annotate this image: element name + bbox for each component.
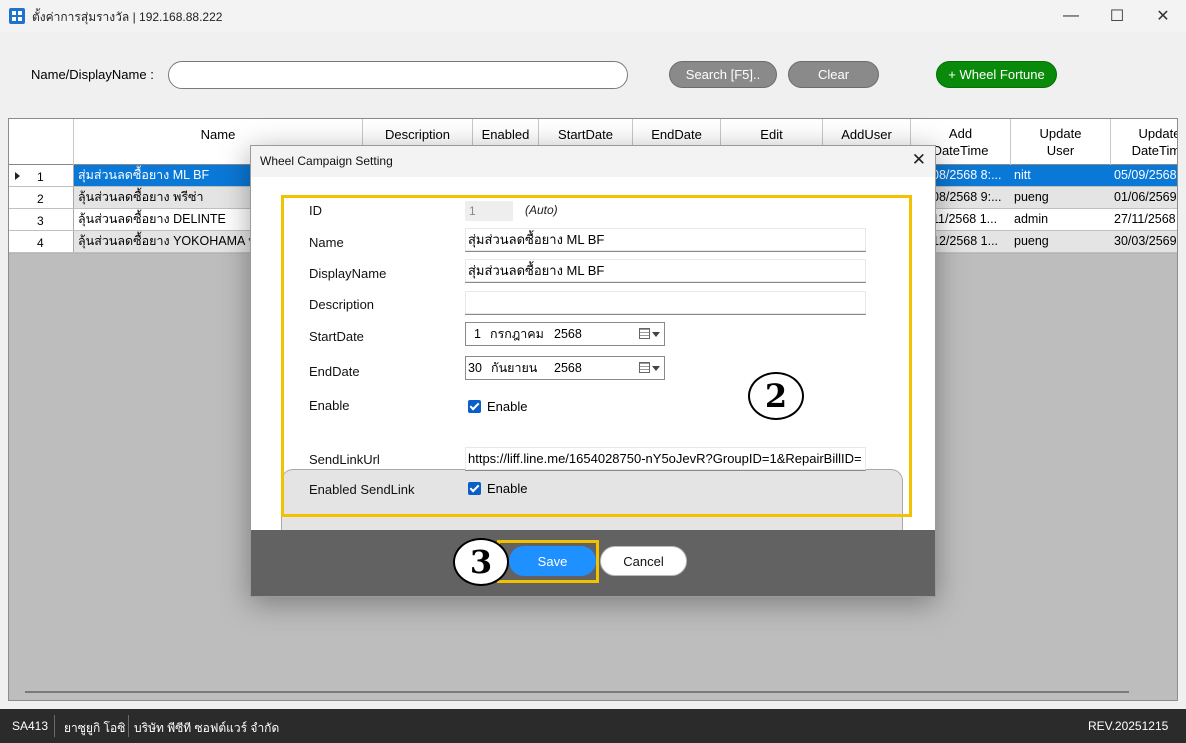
cell-update-datetime[interactable]: 27/11/2568 <box>1111 209 1177 230</box>
row-number: 2 <box>37 192 44 206</box>
header-update-datetime-line2: DateTime <box>1131 143 1177 158</box>
row-header[interactable]: 3 <box>9 209 74 230</box>
row-header[interactable]: 4 <box>9 231 74 252</box>
status-user: ยาซูยูกิ โอซิ <box>64 721 126 735</box>
status-code: SA413 <box>12 719 49 733</box>
status-separator <box>128 715 129 737</box>
cell-update-user[interactable]: nitt <box>1011 165 1111 186</box>
dialog-title: Wheel Campaign Setting <box>260 154 393 168</box>
wheel-campaign-dialog: Wheel Campaign Setting ✕ ID 1 (Auto) Nam… <box>250 145 936 597</box>
header-update-user-line2: User <box>1046 143 1075 158</box>
header-add-datetime-line2: DateTime <box>932 143 989 158</box>
row-header[interactable]: 1 <box>9 165 74 186</box>
add-wheel-fortune-button[interactable]: + Wheel Fortune <box>936 61 1057 88</box>
row-number: 4 <box>37 236 44 250</box>
cell-update-user[interactable]: pueng <box>1011 231 1111 252</box>
cell-add-datetime[interactable]: 11/2568 1... <box>929 209 1011 230</box>
search-input[interactable] <box>168 61 628 89</box>
cell-add-datetime[interactable]: 08/2568 8:... <box>929 165 1011 186</box>
search-button[interactable]: Search [F5].. <box>669 61 777 88</box>
header-update-datetime[interactable]: Update DateTime <box>1111 119 1178 165</box>
minimize-button[interactable]: — <box>1048 0 1094 32</box>
dialog-body: ID 1 (Auto) Name DisplayName Description… <box>251 177 935 541</box>
maximize-button[interactable]: ☐ <box>1094 0 1140 32</box>
status-company: บริษัท พีซีที ซอฟต์แวร์ จำกัด <box>134 721 280 735</box>
dialog-close-icon[interactable]: ✕ <box>912 150 926 170</box>
close-window-button[interactable]: ✕ <box>1140 0 1186 32</box>
cell-update-user[interactable]: admin <box>1011 209 1111 230</box>
header-update-user-line1: Update <box>1039 126 1082 141</box>
row-number: 3 <box>37 214 44 228</box>
cell-add-datetime[interactable]: 08/2568 9:... <box>929 187 1011 208</box>
app-icon <box>9 8 25 24</box>
current-row-arrow-icon <box>15 172 20 180</box>
row-number: 1 <box>37 170 44 184</box>
cell-update-user[interactable]: pueng <box>1011 187 1111 208</box>
annotation-badge-3: 3 <box>453 538 509 586</box>
cancel-button[interactable]: Cancel <box>600 546 687 576</box>
status-revision: REV.20251215 <box>1088 719 1169 733</box>
window-title: ตั้งค่าการสุ่มรางวัล | 192.168.88.222 <box>32 10 223 24</box>
header-update-datetime-line1: Update <box>1138 126 1178 141</box>
status-bar: SA413 ยาซูยูกิ โอซิ บริษัท พีซีที ซอฟต์แ… <box>0 709 1186 743</box>
header-update-user[interactable]: Update User <box>1011 119 1111 165</box>
horizontal-scrollbar[interactable] <box>25 691 1129 693</box>
header-add-datetime-line1: Add <box>948 126 973 141</box>
highlight-frame <box>281 195 912 517</box>
header-row-selector <box>9 119 74 165</box>
annotation-badge-2: 2 <box>748 372 804 420</box>
search-label: Name/DisplayName : <box>31 67 154 82</box>
row-header[interactable]: 2 <box>9 187 74 208</box>
cell-add-datetime[interactable]: 12/2568 1... <box>929 231 1011 252</box>
cell-update-datetime[interactable]: 05/09/2568 <box>1111 165 1177 186</box>
status-separator <box>54 715 55 737</box>
save-button[interactable]: Save <box>509 546 596 576</box>
cell-update-datetime[interactable]: 30/03/2569 <box>1111 231 1177 252</box>
clear-button[interactable]: Clear <box>788 61 879 88</box>
cell-update-datetime[interactable]: 01/06/2569 <box>1111 187 1177 208</box>
title-bar: ตั้งค่าการสุ่มรางวัล | 192.168.88.222 — … <box>0 0 1186 32</box>
